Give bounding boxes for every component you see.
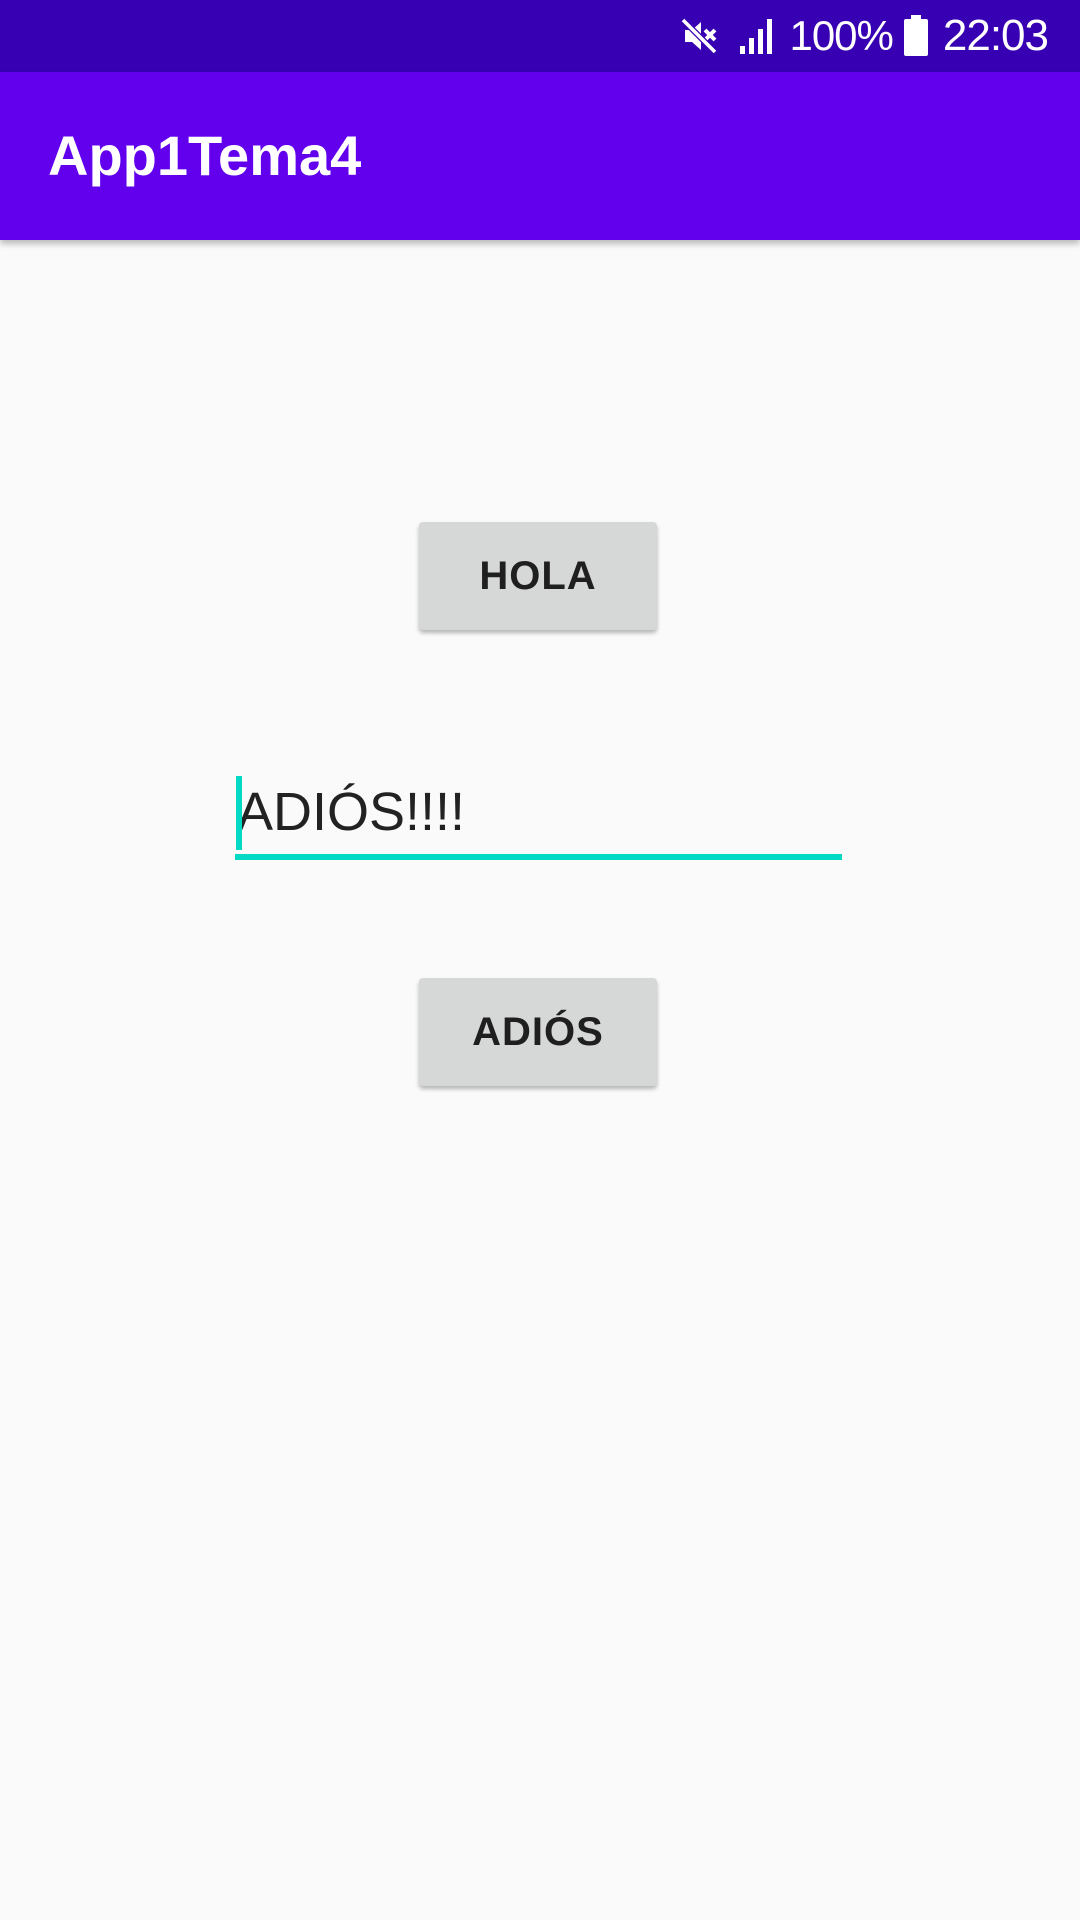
screen: 100% 22:03 App1Tema4 HOLA ADIÓS!!!! ADIÓ…: [0, 0, 1080, 1920]
status-bar: 100% 22:03: [0, 0, 1080, 72]
signal-icon: [737, 16, 777, 56]
app-title: App1Tema4: [48, 124, 362, 187]
status-time: 22:03: [942, 11, 1049, 60]
battery-percent: 100%: [789, 12, 893, 59]
status-icons: 100% 22:03: [679, 0, 1049, 72]
text-field[interactable]: ADIÓS!!!!: [235, 768, 842, 862]
battery-icon: [903, 15, 929, 57]
text-cursor: [236, 776, 242, 850]
adios-button[interactable]: ADIÓS: [419, 978, 657, 1086]
text-field-underline: [235, 854, 842, 860]
hola-button[interactable]: HOLA: [419, 522, 657, 630]
mute-icon: [679, 16, 719, 56]
text-field-value: ADIÓS!!!!: [237, 782, 466, 842]
app-bar: App1Tema4: [0, 72, 1080, 240]
